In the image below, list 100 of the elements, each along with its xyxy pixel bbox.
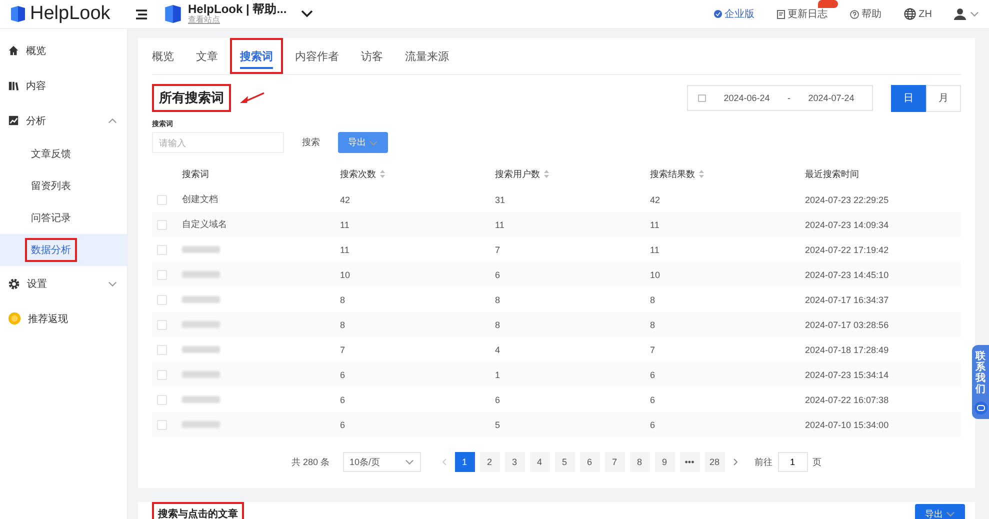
column-header[interactable]: 搜索词	[182, 168, 209, 180]
user-icon[interactable]	[954, 8, 966, 20]
row-checkbox[interactable]	[157, 320, 167, 330]
table-cell-text: 42	[650, 194, 662, 204]
tab[interactable]: 概览	[142, 38, 184, 74]
sidebar-item[interactable]: 设置	[0, 266, 127, 301]
help-link[interactable]: 帮助	[850, 7, 882, 21]
goto-page-input[interactable]: 1	[778, 452, 808, 472]
table-cell-text: 11	[650, 220, 660, 230]
sidebar-item[interactable]: 分析	[0, 103, 127, 138]
tab[interactable]: 文章	[186, 38, 228, 74]
sort-icon[interactable]	[699, 170, 704, 178]
row-checkbox[interactable]	[157, 394, 167, 404]
chat-icon	[974, 401, 988, 415]
gear-icon	[8, 278, 20, 290]
language-link[interactable]: ZH	[904, 8, 932, 20]
sidebar-item[interactable]: 概览	[0, 33, 127, 68]
table-cell-text: 6	[650, 370, 656, 380]
document-icon	[776, 10, 785, 18]
table-cell-text: 4	[495, 344, 502, 354]
table-cell-text: 2024-07-22 17:19:42	[805, 244, 890, 254]
sort-icon[interactable]	[544, 170, 549, 178]
row-checkbox[interactable]	[157, 344, 167, 354]
table-cell-text: 2024-07-10 15:34:00	[805, 420, 890, 430]
page-size-select[interactable]: 10条/页	[342, 452, 421, 472]
sidebar-subitem-label: 文章反馈	[30, 148, 72, 162]
caret-icon	[946, 511, 955, 517]
table-cell-text: 8	[650, 320, 656, 330]
sort-icon[interactable]	[380, 170, 385, 178]
table-cell-text: 6	[650, 420, 656, 430]
contact-us-button[interactable]: 联系我们	[972, 345, 989, 419]
column-header[interactable]: 搜索结果数	[650, 168, 704, 180]
page-button[interactable]: 3	[504, 452, 525, 472]
book-icon	[8, 80, 19, 91]
chevron-down-icon	[108, 280, 117, 286]
page-button[interactable]: 5	[554, 452, 575, 472]
table-cell-text: 7	[650, 344, 656, 354]
chevron-up-icon	[108, 118, 117, 124]
table-cell-text: 2024-07-23 15:34:14	[805, 370, 890, 380]
page-button[interactable]: 8	[630, 452, 650, 472]
page-button[interactable]: 7	[604, 452, 625, 472]
row-checkbox[interactable]	[157, 244, 167, 254]
menu-icon[interactable]	[135, 8, 148, 20]
search-button[interactable]: 搜索	[298, 133, 324, 152]
row-checkbox[interactable]	[157, 270, 167, 280]
column-header[interactable]: 最近搜索时间	[805, 168, 859, 180]
table-cell-text: 2024-07-17 16:34:37	[805, 294, 890, 304]
table-cell-text: 2024-07-18 17:28:49	[805, 344, 890, 354]
date-range-field[interactable]: 2024-06-24 - 2024-07-24	[687, 85, 873, 111]
globe-icon	[904, 8, 916, 20]
column-header[interactable]: 搜索用户数	[495, 168, 549, 180]
page-button[interactable]: 6	[580, 452, 600, 472]
row-checkbox[interactable]	[157, 220, 167, 230]
plan-link[interactable]: 企业版	[714, 7, 755, 21]
goto-label: 前往	[754, 456, 773, 468]
table-cell-text: 2024-07-23 22:29:25	[805, 194, 890, 204]
tab[interactable]: 内容作者	[285, 38, 349, 74]
page-button[interactable]: 2	[480, 452, 500, 472]
table-cell-text: 自定义域名	[182, 218, 228, 231]
row-checkbox[interactable]	[157, 294, 167, 304]
calendar-icon	[698, 94, 706, 102]
row-checkbox[interactable]	[157, 420, 167, 430]
blurred-text	[182, 271, 220, 278]
table-cell-text: 6	[340, 420, 346, 430]
column-header[interactable]: 搜索次数	[340, 168, 385, 180]
sidebar-subitem[interactable]: 留资列表	[0, 170, 127, 202]
row-checkbox[interactable]	[157, 370, 167, 380]
blurred-text	[182, 296, 220, 303]
table-cell-text: 42	[340, 194, 352, 204]
tab[interactable]: 搜索词	[230, 38, 283, 74]
chevron-down-icon[interactable]	[300, 10, 313, 18]
sidebar-item[interactable]: 内容	[0, 68, 127, 103]
table-cell-text: 10	[650, 270, 662, 280]
section-title: 所有搜索词	[152, 84, 231, 112]
table-cell-text: 8	[495, 320, 502, 330]
blurred-text	[182, 396, 220, 403]
row-checkbox[interactable]	[157, 194, 167, 204]
page-button[interactable]: 28	[704, 452, 725, 472]
table-cell-text: 10	[340, 270, 352, 280]
table-cell-text: 7	[340, 344, 346, 354]
sidebar-item[interactable]: 推荐返现	[0, 301, 127, 336]
page-button[interactable]: 4	[530, 452, 550, 472]
help-icon	[850, 10, 859, 18]
page-button[interactable]: 1	[454, 452, 475, 472]
tab[interactable]: 访客	[351, 38, 393, 74]
sidebar-subitem[interactable]: 问答记录	[0, 202, 127, 234]
granularity-toggle[interactable]: 月	[926, 84, 961, 112]
changelog-link[interactable]: 更新日志	[776, 7, 828, 21]
sidebar-subitem[interactable]: 文章反馈	[0, 138, 127, 170]
page-button[interactable]: 9	[654, 452, 675, 472]
chart-icon	[8, 115, 19, 126]
granularity-toggle[interactable]: 日	[891, 84, 926, 112]
tab[interactable]: 流量来源	[395, 38, 459, 74]
table-cell-text: 创建文档	[182, 193, 219, 206]
sidebar-subitem[interactable]: 数据分析	[0, 234, 127, 266]
logo-icon	[10, 5, 26, 23]
table-cell-text: 5	[495, 420, 502, 430]
export-button[interactable]: 导出	[915, 504, 965, 519]
search-input[interactable]: 请输入	[152, 132, 284, 153]
page-button[interactable]: •••	[680, 452, 700, 472]
